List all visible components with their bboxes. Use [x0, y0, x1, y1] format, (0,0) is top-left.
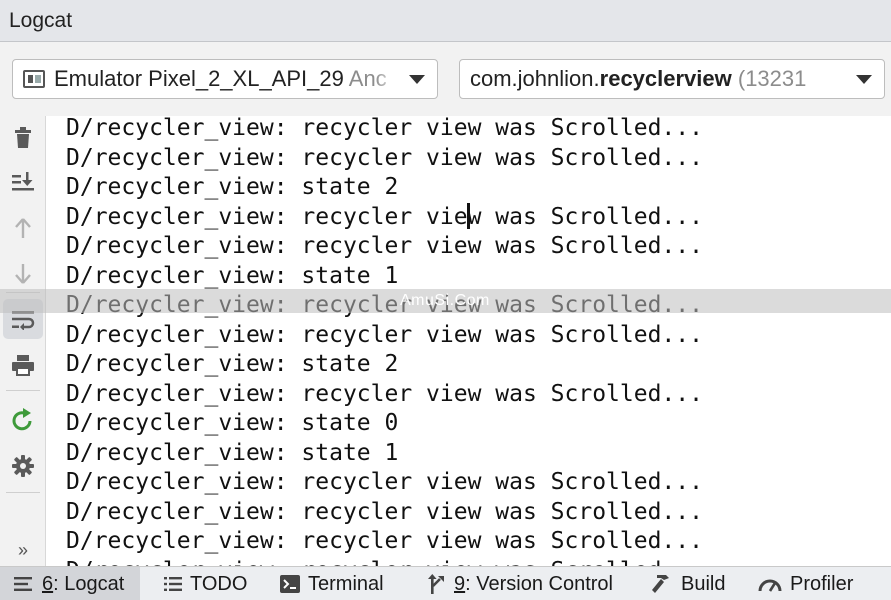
trash-icon	[15, 127, 31, 148]
logcat-sidebar: »	[0, 116, 46, 566]
logcat-icon	[14, 577, 32, 591]
device-selector[interactable]: Emulator Pixel_2_XL_API_29 Anc	[12, 59, 438, 99]
window-title: Logcat	[9, 9, 73, 32]
log-line: D/recycler_view: state 1	[66, 439, 399, 466]
print-button[interactable]	[3, 345, 43, 385]
logcat-toolbar: Emulator Pixel_2_XL_API_29 Anc com.johnl…	[0, 42, 891, 116]
log-line: D/recycler_view: state 2	[66, 351, 399, 377]
next-occurrence-button[interactable]	[3, 254, 43, 294]
tab-logcat-label: : Logcat	[53, 573, 125, 595]
up-arrow-icon	[15, 218, 31, 238]
log-line: D/recycler_view: recycler view was Scrol…	[66, 556, 703, 567]
previous-occurrence-button[interactable]	[3, 208, 43, 248]
log-line: D/recycler_view: state 1	[66, 262, 399, 289]
more-tools-button[interactable]: »	[3, 530, 43, 570]
watermark: AmuSi.Com	[400, 292, 490, 309]
log-line: D/recycler_view: recycler view was Scrol…	[66, 321, 703, 348]
tab-build-label: Build	[681, 573, 726, 595]
scroll-to-end-button[interactable]	[3, 162, 43, 202]
process-package-prefix: com.johnlion.	[470, 66, 600, 91]
tab-logcat[interactable]: 6: Logcat	[0, 567, 141, 600]
tab-version-control[interactable]: 9: Version Control	[428, 567, 613, 600]
log-line: D/recycler_view: recycler view was Scrol…	[66, 233, 703, 259]
log-line: D/recycler_view: state 2	[66, 174, 399, 200]
todo-icon	[164, 577, 182, 591]
restart-button[interactable]	[3, 400, 43, 440]
tab-build[interactable]: Build	[651, 567, 725, 600]
tool-window-bar: 6: Logcat TODO Terminal 9: Version Contr…	[0, 566, 891, 600]
log-line: D/recycler_view: state 0	[66, 410, 399, 436]
tab-terminal[interactable]: Terminal	[280, 567, 384, 600]
log-line: D/recycler_view: recycler view was Scrol…	[66, 469, 703, 495]
process-package-name: recyclerview	[599, 66, 732, 91]
log-line: D/recycler_view: recycler view was Scrol…	[66, 116, 703, 141]
more-icon: »	[17, 539, 28, 560]
hammer-icon	[652, 575, 669, 593]
device-name: Emulator Pixel_2_XL_API_29	[54, 66, 344, 91]
tab-todo-label: TODO	[190, 573, 248, 595]
chevron-down-icon	[409, 75, 425, 84]
log-line: D/recycler_view: recycler view was Scrol…	[66, 498, 703, 525]
tab-version-control-label: : Version Control	[465, 573, 613, 595]
settings-icon	[12, 455, 34, 477]
log-line: D/recycler_view: recycler view was Scrol…	[66, 203, 703, 230]
window-title-bar: Logcat	[0, 0, 891, 42]
print-icon	[12, 355, 34, 376]
scroll-to-end-icon	[12, 172, 34, 191]
logcat-output[interactable]: D/recycler_view: recycler view was Scrol…	[47, 116, 891, 566]
version-control-icon	[428, 574, 444, 594]
tab-terminal-label: Terminal	[308, 573, 384, 595]
tab-profiler-label: Profiler	[790, 573, 854, 595]
chevron-down-icon	[856, 75, 872, 84]
tab-todo[interactable]: TODO	[164, 567, 247, 600]
process-pid: (13231	[737, 66, 807, 91]
log-line: D/recycler_view: recycler view was Scrol…	[66, 528, 703, 554]
restart-icon	[12, 408, 32, 431]
tab-version-control-key: 9	[454, 573, 466, 595]
log-line: D/recycler_view: recycler view was Scrol…	[66, 380, 703, 407]
clear-logcat-button[interactable]	[3, 118, 43, 158]
logcat-settings-button[interactable]	[3, 446, 43, 486]
down-arrow-icon	[15, 264, 31, 284]
emulator-device-icon	[23, 70, 45, 88]
process-selector[interactable]: com.johnlion.recyclerview (13231	[459, 59, 885, 99]
log-line: D/recycler_view: recycler view was Scrol…	[66, 144, 703, 171]
tab-profiler[interactable]: Profiler	[758, 567, 853, 600]
tab-logcat-key: 6	[42, 573, 54, 595]
terminal-icon	[280, 575, 300, 593]
gauge-icon	[758, 579, 782, 592]
